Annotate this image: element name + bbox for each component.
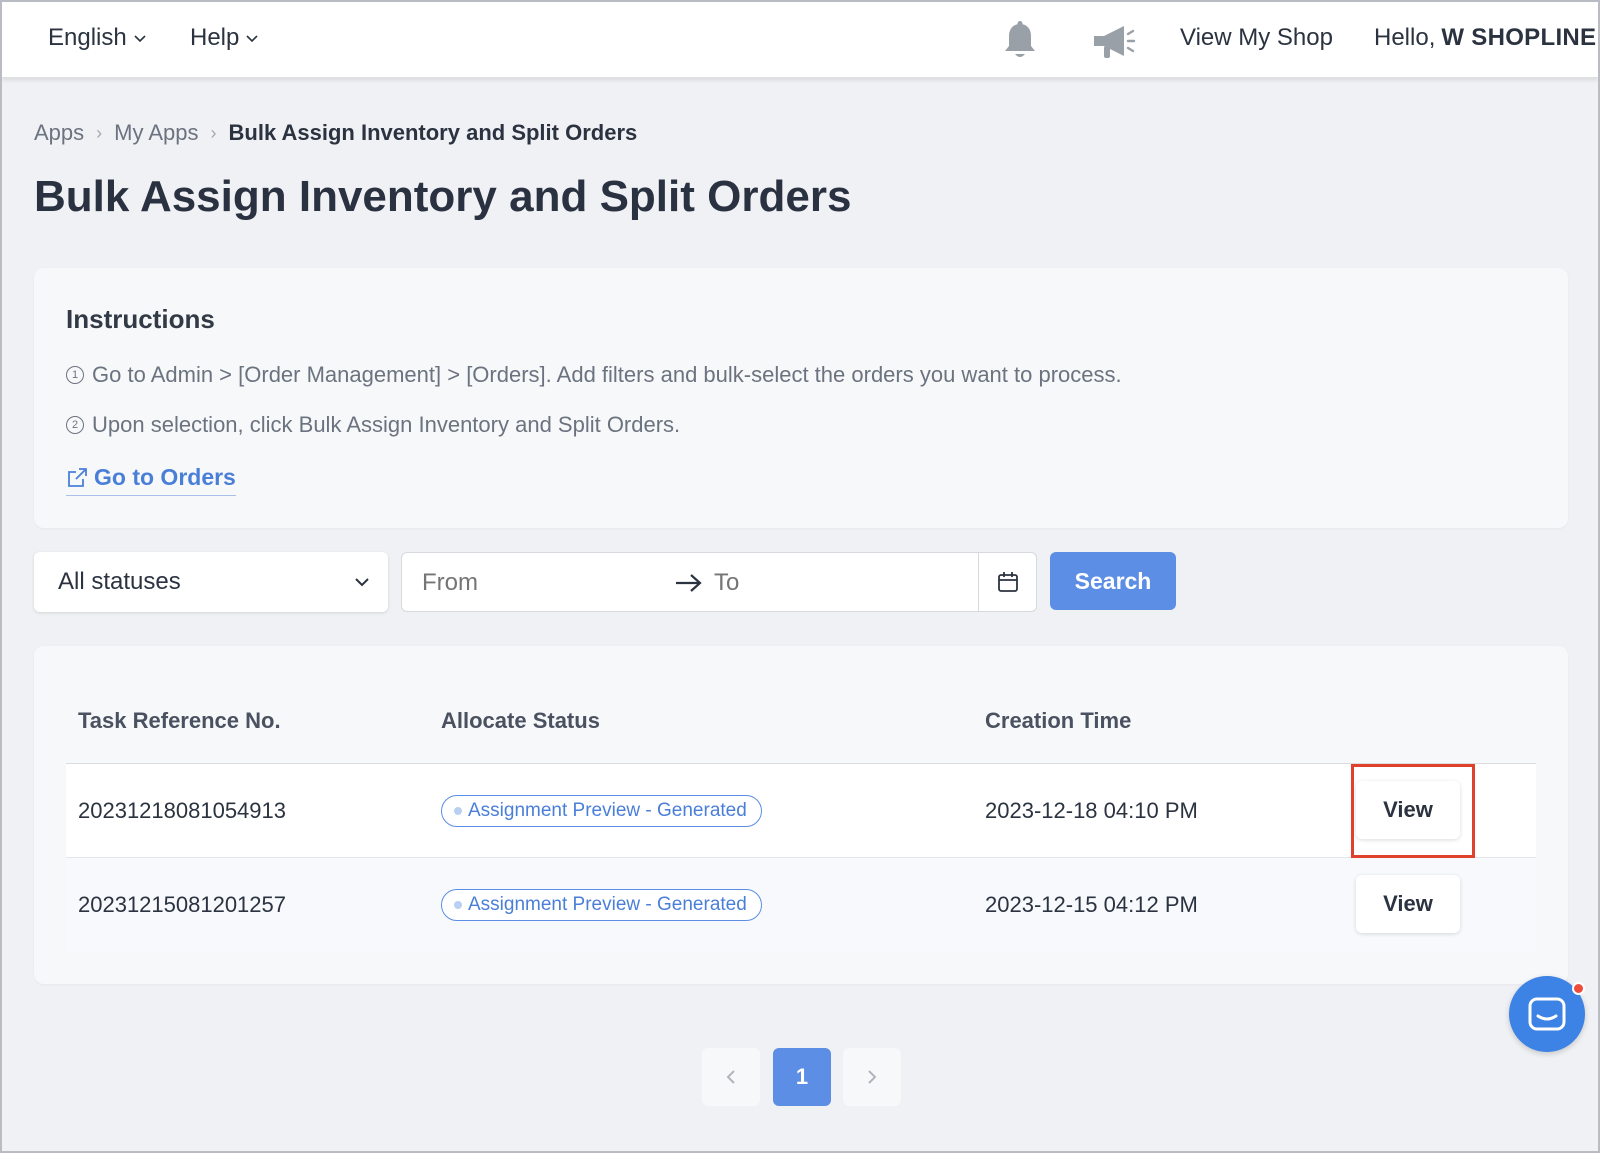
search-button[interactable]: Search [1050, 552, 1176, 610]
calendar-button[interactable] [978, 553, 1036, 611]
arrow-right-icon [676, 574, 702, 592]
chat-launcher-button[interactable] [1509, 976, 1585, 1052]
page-title: Bulk Assign Inventory and Split Orders [34, 172, 852, 221]
column-header-creation-time: Creation Time [985, 708, 1132, 733]
instructions-heading: Instructions [66, 304, 215, 334]
status-dot-icon [454, 807, 462, 815]
instructions-card: Instructions 1 Go to Admin > [Order Mana… [34, 268, 1568, 528]
view-shop-label: View My Shop [1180, 24, 1333, 51]
breadcrumb-current: Bulk Assign Inventory and Split Orders [228, 120, 638, 145]
notification-dot-icon [1572, 982, 1585, 995]
creation-time-cell: 2023-12-15 04:12 PM [985, 892, 1198, 917]
pagination-prev-button[interactable] [702, 1048, 760, 1106]
task-reference-cell: 20231218081054913 [78, 798, 287, 823]
help-label: Help [190, 24, 240, 51]
column-header-task-ref: Task Reference No. [78, 708, 281, 733]
megaphone-icon[interactable] [1090, 22, 1136, 62]
app-window: English Help View My Shop Hello, W SHOPL… [0, 0, 1600, 1153]
chevron-right-icon [868, 1070, 877, 1084]
pagination-next-button[interactable] [843, 1048, 901, 1106]
pagination-page-1[interactable]: 1 [773, 1048, 831, 1106]
instruction-step-2: 2 Upon selection, click Bulk Assign Inve… [66, 412, 680, 438]
chevron-left-icon [726, 1070, 735, 1084]
external-link-icon [68, 467, 87, 487]
status-filter-value: All statuses [58, 568, 181, 595]
table-row: 20231215081201257 Assignment Preview - G… [66, 858, 1536, 952]
view-button[interactable]: View [1356, 781, 1460, 839]
task-reference-cell: 20231215081201257 [78, 892, 287, 917]
go-to-orders-link[interactable]: Go to Orders [66, 464, 236, 496]
language-label: English [48, 24, 127, 51]
table-row: 20231218081054913 Assignment Preview - G… [66, 764, 1536, 858]
calendar-icon [997, 572, 1018, 592]
status-badge: Assignment Preview - Generated [441, 889, 762, 921]
status-filter-select[interactable]: All statuses [34, 552, 388, 612]
instruction-step-1-text: Go to Admin > [Order Management] > [Orde… [92, 362, 1122, 387]
top-navigation-bar: English Help View My Shop Hello, W SHOPL… [2, 2, 1598, 78]
chat-icon [1528, 997, 1566, 1031]
go-to-orders-label: Go to Orders [94, 464, 236, 490]
tasks-table-card: Task Reference No. Allocate Status Creat… [34, 646, 1568, 984]
greeting-text: Hello, [1374, 24, 1436, 51]
user-menu[interactable]: Hello, W SHOPLINE [1374, 24, 1598, 52]
view-button[interactable]: View [1356, 875, 1460, 933]
date-from-input[interactable] [422, 569, 642, 597]
creation-time-cell: 2023-12-18 04:10 PM [985, 798, 1198, 823]
date-to-input[interactable] [714, 569, 954, 597]
chevron-down-icon [246, 35, 258, 43]
step-number-icon: 2 [66, 416, 84, 434]
breadcrumb-my-apps[interactable]: My Apps [114, 120, 198, 146]
column-header-allocate-status: Allocate Status [441, 708, 600, 733]
date-range-picker [401, 552, 1037, 612]
chevron-right-icon: › [96, 122, 103, 143]
language-selector[interactable]: English [48, 24, 147, 52]
instruction-step-1: 1 Go to Admin > [Order Management] > [Or… [66, 362, 1122, 388]
instruction-step-2-text: Upon selection, click Bulk Assign Invent… [92, 412, 681, 437]
bell-icon[interactable] [1000, 20, 1040, 62]
chevron-down-icon [355, 578, 369, 587]
step-number-icon: 1 [66, 366, 84, 384]
user-name: W SHOPLINE [1441, 24, 1597, 51]
view-my-shop-link[interactable]: View My Shop [1180, 24, 1333, 52]
breadcrumb: Apps › My Apps › Bulk Assign Inventory a… [34, 120, 637, 146]
chevron-right-icon: › [210, 122, 217, 143]
status-dot-icon [454, 901, 462, 909]
chevron-down-icon [134, 35, 146, 43]
status-badge-text: Assignment Preview - Generated [468, 800, 747, 821]
breadcrumb-apps[interactable]: Apps [34, 120, 84, 146]
help-menu[interactable]: Help [190, 24, 259, 52]
status-badge-text: Assignment Preview - Generated [468, 894, 747, 915]
status-badge: Assignment Preview - Generated [441, 795, 762, 827]
